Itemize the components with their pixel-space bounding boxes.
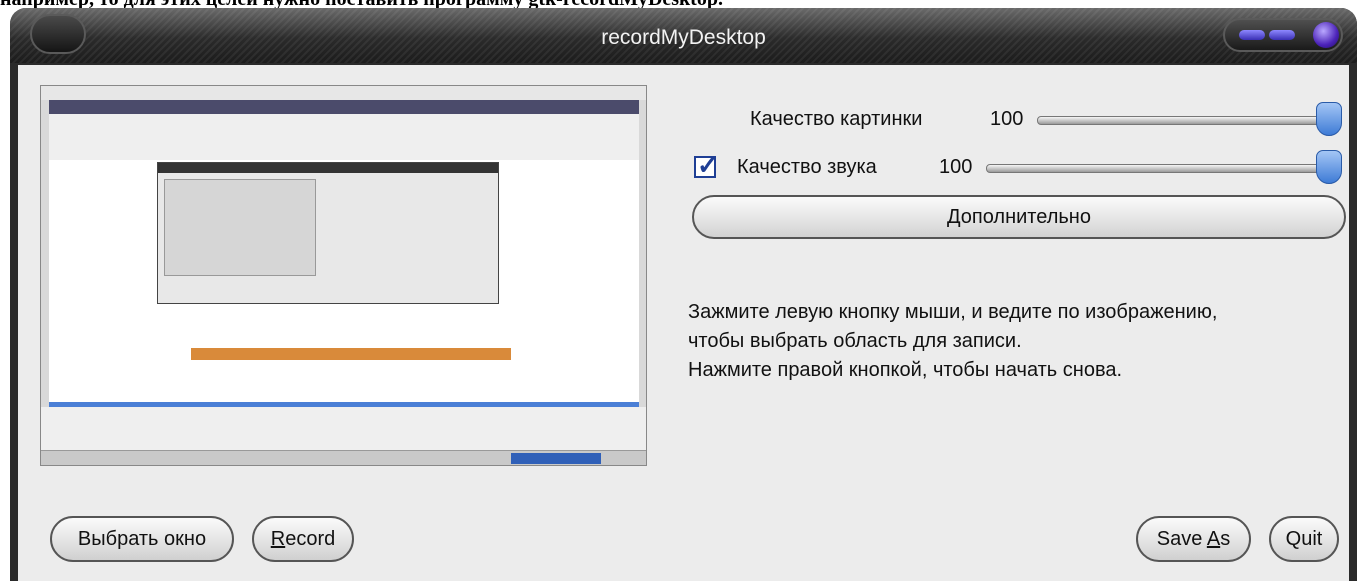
preview-dialog-thumbnail bbox=[164, 179, 316, 276]
video-quality-slider-handle[interactable] bbox=[1316, 102, 1342, 136]
sound-quality-value: 100 bbox=[939, 156, 973, 178]
preview-toolbar bbox=[49, 114, 639, 161]
sound-enable-checkbox[interactable]: ✓ bbox=[694, 150, 719, 180]
preview-dialog bbox=[157, 162, 499, 304]
preview-banner bbox=[191, 348, 511, 360]
video-quality-label: Качество картинки bbox=[750, 108, 923, 130]
video-quality-slider[interactable] bbox=[1037, 102, 1342, 136]
sound-quality-slider[interactable] bbox=[986, 150, 1342, 184]
record-label: ecord bbox=[285, 528, 336, 550]
select-window-button[interactable]: Выбрать окно bbox=[50, 516, 234, 562]
advanced-button[interactable]: Дополнительно bbox=[692, 195, 1346, 239]
save-as-button[interactable]: Save As bbox=[1136, 516, 1251, 562]
preview-top-panel bbox=[41, 86, 646, 100]
window-controls bbox=[1223, 18, 1343, 52]
sound-quality-label: Качество звука bbox=[737, 156, 877, 178]
preview-active-task bbox=[511, 453, 601, 464]
save-as-mnemonic: A bbox=[1206, 528, 1221, 550]
video-quality-value: 100 bbox=[990, 108, 1024, 130]
instruction-line: чтобы выбрать область для записи. bbox=[688, 330, 1022, 352]
desktop-preview-area[interactable] bbox=[40, 85, 647, 466]
preview-bottom-toolbar bbox=[41, 407, 646, 451]
save-as-label-suffix: s bbox=[1220, 528, 1231, 550]
quit-button[interactable]: Quit bbox=[1269, 516, 1339, 562]
save-as-label-prefix: Save bbox=[1156, 528, 1207, 550]
instructions-text: Зажмите левую кнопку мыши, и ведите по и… bbox=[688, 298, 1217, 385]
instruction-line: Нажмите правой кнопкой, чтобы начать сно… bbox=[688, 359, 1123, 381]
close-button[interactable] bbox=[1313, 22, 1339, 48]
record-mnemonic: R bbox=[270, 528, 286, 550]
title-bar[interactable]: recordMyDesktop bbox=[10, 8, 1357, 63]
window-title: recordMyDesktop bbox=[601, 26, 766, 49]
sound-quality-slider-handle[interactable] bbox=[1316, 150, 1342, 184]
preview-dialog-title bbox=[158, 163, 498, 173]
checkmark-icon: ✓ bbox=[697, 150, 719, 180]
page-top-text: например, то для этих целей нужно постав… bbox=[0, 0, 1361, 8]
preview-window-titlebar bbox=[49, 100, 639, 114]
record-button[interactable]: Record bbox=[252, 516, 354, 562]
preview-taskbar bbox=[41, 450, 646, 465]
maximize-button[interactable] bbox=[1269, 30, 1295, 40]
main-panel: Качество картинки 100 ✓ Качество звука 1… bbox=[18, 65, 1349, 581]
instruction-line: Зажмите левую кнопку мыши, и ведите по и… bbox=[688, 301, 1218, 323]
minimize-button[interactable] bbox=[1239, 30, 1265, 40]
recordmydesktop-window: recordMyDesktop Качество картинки 100 ✓ … bbox=[10, 8, 1357, 581]
